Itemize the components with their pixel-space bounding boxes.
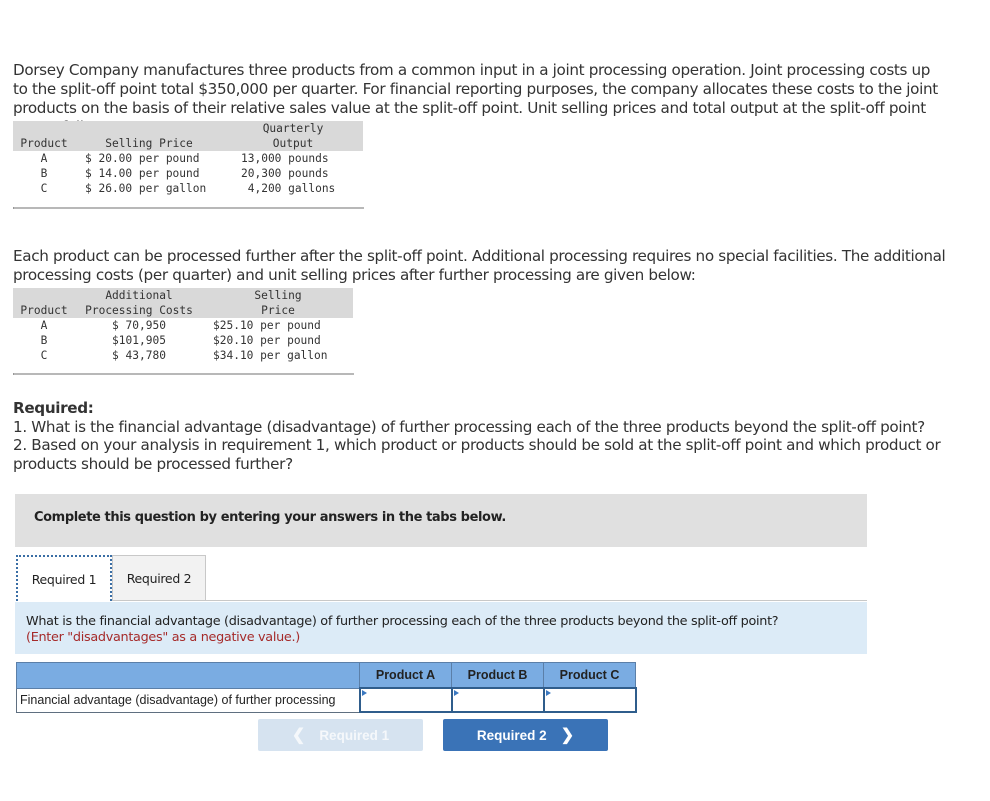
table-row: A $ 20.00 per pound 13,000 pounds <box>40 152 329 165</box>
table-row: Financial advantage (disadvantage) of fu… <box>16 687 637 713</box>
cost-header-line1: Additional <box>75 288 203 303</box>
cost-header-line2: Processing Costs <box>75 303 203 318</box>
input-flag-icon <box>361 690 367 696</box>
tab-required-2[interactable]: Required 2 <box>112 555 206 601</box>
product-b-input[interactable] <box>452 689 543 711</box>
tab-required-1[interactable]: Required 1 <box>16 555 112 601</box>
input-flag-icon <box>453 690 459 696</box>
column-product-b: Product B <box>451 662 544 689</box>
instructions-banner: Complete this question by entering your … <box>15 494 867 547</box>
column-product-a: Product A <box>359 662 452 689</box>
table-row: B $ 14.00 per pound 20,300 pounds <box>40 167 329 180</box>
chevron-left-icon: ❮ <box>291 727 306 744</box>
product-header: Product <box>13 136 75 151</box>
price-header: Selling Price <box>75 136 223 151</box>
required-item-2: 2. Based on your analysis in requirement… <box>13 436 941 473</box>
required-section: Required: 1. What is the financial advan… <box>13 399 948 473</box>
price-header-line2: Price <box>203 303 353 318</box>
chevron-right-icon: ❯ <box>560 727 575 744</box>
table-row: C $ 43,780 $34.10 per gallon <box>40 349 328 362</box>
table-row: C $ 26.00 per gallon 4,200 gallons <box>40 182 336 195</box>
split-off-table: Quarterly Product Selling Price Output A… <box>13 121 363 196</box>
product-header: Product <box>13 303 75 318</box>
price-header-line1: Selling <box>203 288 353 303</box>
input-flag-icon <box>545 690 551 696</box>
tab-divider <box>112 600 867 601</box>
table-row: A $ 70,950 $25.10 per pound <box>40 319 321 332</box>
next-required-2-button[interactable]: Required 2 ❯ <box>443 719 608 751</box>
question-note: (Enter "disadvantages" as a negative val… <box>26 630 300 645</box>
table-divider <box>13 373 354 375</box>
required-heading: Required: <box>13 399 94 417</box>
banner-text: Complete this question by entering your … <box>34 510 506 525</box>
product-a-input[interactable] <box>360 689 451 711</box>
answer-table: Product A Product B Product C Financial … <box>16 662 637 713</box>
table-divider <box>13 207 364 209</box>
further-processing-table: Additional Selling Product Processing Co… <box>13 288 353 363</box>
product-c-input[interactable] <box>544 689 635 711</box>
output-header-line1: Quarterly <box>223 121 363 136</box>
column-product-c: Product C <box>543 662 636 689</box>
output-header-line2: Output <box>223 136 363 151</box>
table-row: B $101,905 $20.10 per pound <box>40 334 321 347</box>
question-text: What is the financial advantage (disadva… <box>26 614 779 629</box>
row-label: Financial advantage (disadvantage) of fu… <box>16 687 360 713</box>
prev-required-1-button[interactable]: ❮ Required 1 <box>258 719 423 751</box>
required-item-1: 1. What is the financial advantage (disa… <box>13 417 925 436</box>
further-processing-paragraph: Each product can be processed further af… <box>13 247 946 285</box>
question-box: What is the financial advantage (disadva… <box>15 602 867 654</box>
